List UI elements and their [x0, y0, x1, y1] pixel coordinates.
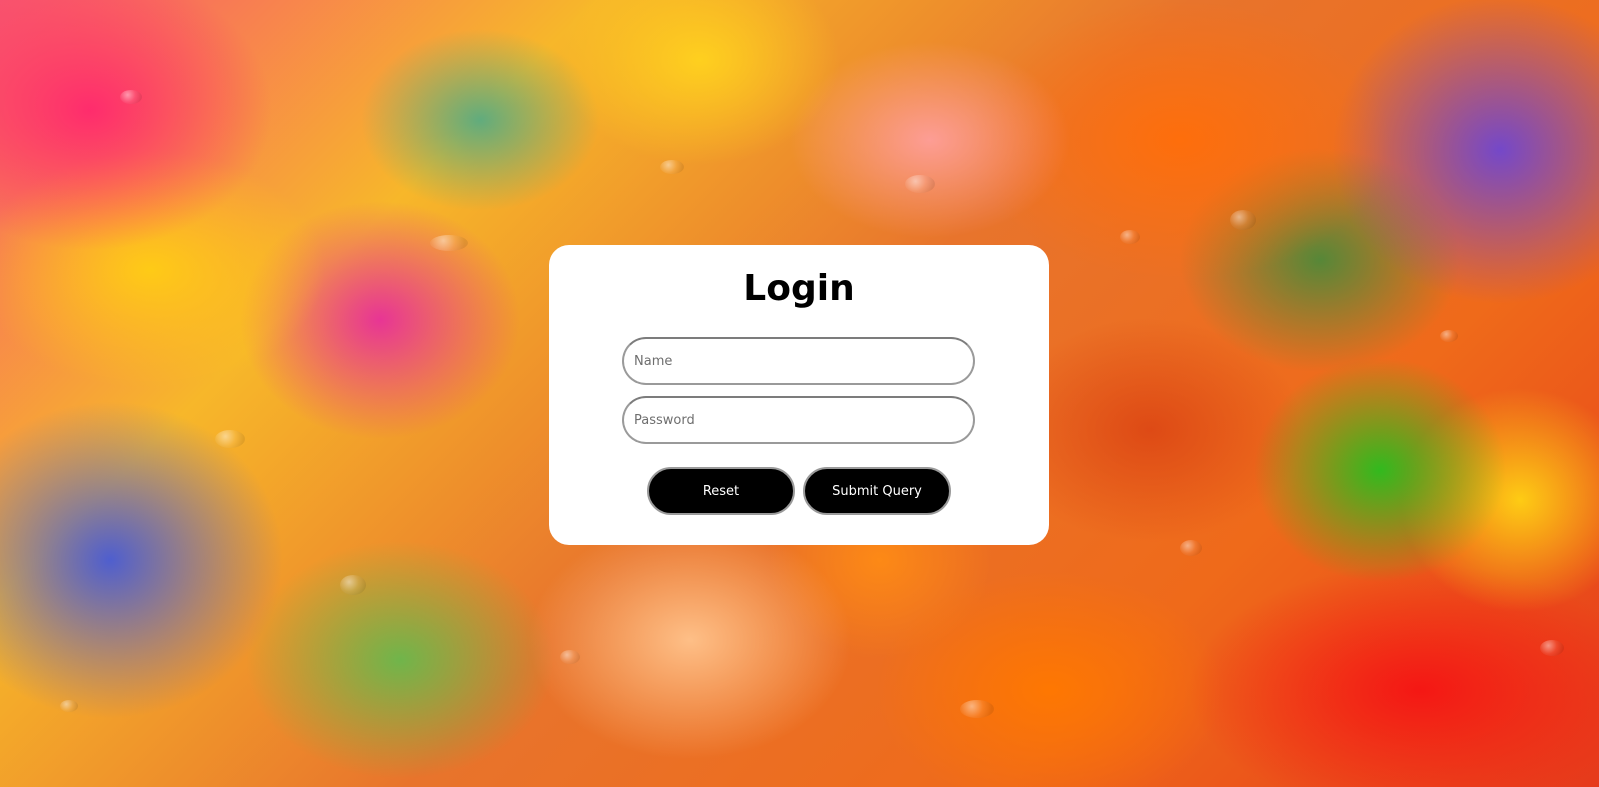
water-droplet [340, 575, 366, 595]
water-droplet [660, 160, 684, 174]
login-card: Login Reset Submit Query [549, 245, 1049, 545]
water-droplet [430, 235, 468, 251]
reset-button[interactable]: Reset [647, 467, 795, 515]
water-droplet [1440, 330, 1458, 342]
name-input[interactable] [622, 337, 975, 385]
water-droplet [560, 650, 580, 664]
water-droplet [1120, 230, 1140, 244]
submit-button[interactable]: Submit Query [803, 467, 951, 515]
water-droplet [1230, 210, 1256, 230]
water-droplet [1540, 640, 1564, 656]
water-droplet [960, 700, 994, 718]
water-droplet [905, 175, 935, 193]
water-droplet [1180, 540, 1202, 556]
password-input[interactable] [622, 396, 975, 444]
login-title: Login [743, 268, 855, 309]
water-droplet [120, 90, 142, 104]
water-droplet [215, 430, 245, 448]
water-droplet [60, 700, 78, 712]
